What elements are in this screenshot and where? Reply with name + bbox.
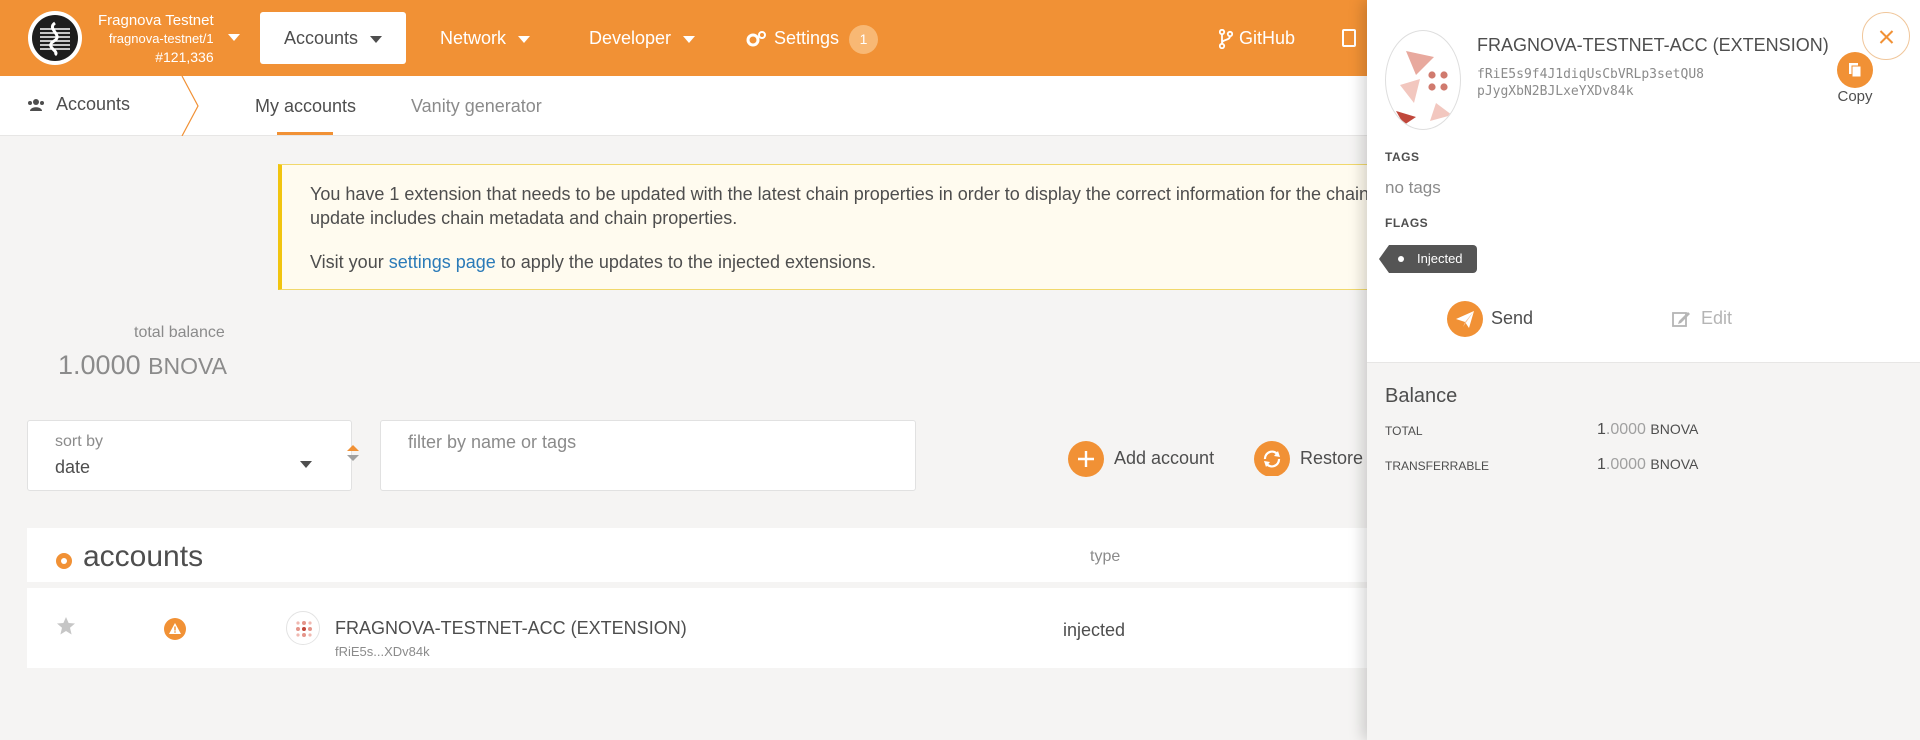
section-title: Accounts — [26, 94, 130, 115]
sort-label: sort by — [55, 433, 104, 450]
table-title: accounts — [83, 540, 204, 573]
transferrable-label: TRANSFERRABLE — [1385, 459, 1490, 473]
transferrable-decimals: .0000 — [1605, 456, 1646, 473]
settings-badge: 1 — [849, 24, 879, 54]
account-identicon[interactable] — [286, 611, 320, 645]
copy-address-button[interactable]: Copy — [1835, 52, 1875, 105]
total-balance-label: total balance — [134, 324, 225, 341]
sort-value: date — [55, 457, 91, 477]
restore-json-button[interactable]: Restore JSON — [1254, 440, 1367, 476]
users-icon — [28, 99, 44, 112]
sidebar-account-address[interactable]: fRiE5s9f4J1diqUsCbVRLp3setQU8pJygXbN2BJL… — [1477, 66, 1707, 100]
filter-input-box[interactable] — [380, 420, 916, 491]
account-address[interactable]: fRiE5s...XDv84k — [335, 644, 430, 659]
update-warning-banner: You have 1 extension that needs to be up… — [278, 164, 1378, 290]
chevron-down-icon[interactable] — [228, 34, 240, 41]
warning-line-2: update includes chain metadata and chain… — [310, 208, 738, 228]
nav-tab-github[interactable]: GitHub — [1195, 12, 1319, 64]
sidebar-balance-section: Balance TOTAL 1.0000 BNOVA TRANSFERRABLE… — [1367, 362, 1920, 740]
total-whole: 1 — [1597, 421, 1606, 438]
sidebar-account-name[interactable]: FRAGNOVA-TESTNET-ACC (EXTENSION) — [1477, 35, 1829, 56]
filter-input[interactable] — [408, 431, 888, 453]
chevron-down-icon — [370, 35, 383, 43]
nav-tab-label: Network — [440, 28, 507, 48]
nav-tab-label: Developer — [589, 28, 672, 48]
active-tab-indicator — [277, 132, 333, 135]
warning-suffix: to apply the updates to the injected ext… — [495, 252, 877, 272]
nav-tab-label: Accounts — [284, 28, 359, 48]
code-branch-icon — [1218, 29, 1234, 50]
edit-label: Edit — [1701, 308, 1733, 328]
chevron-down-icon — [300, 461, 312, 468]
account-sidebar: FRAGNOVA-TESTNET-ACC (EXTENSION) fRiE5s9… — [1367, 0, 1920, 740]
plus-icon — [1068, 441, 1104, 478]
paper-plane-icon — [1447, 301, 1483, 338]
flags-heading: FLAGS — [1385, 216, 1429, 230]
nav-tab-label: GitHub — [1239, 28, 1296, 48]
nav-tab-label: Settings — [774, 28, 840, 48]
nav-tab-settings[interactable]: Settings 1 — [722, 12, 902, 64]
copy-icon — [1837, 52, 1873, 88]
warning-instruction: Visit your settings page to apply the up… — [310, 250, 1349, 274]
chevron-down-icon — [518, 35, 531, 43]
edit-button[interactable]: Edit — [1671, 300, 1732, 336]
edit-icon — [1672, 312, 1690, 328]
fragnova-logo-icon[interactable] — [28, 11, 82, 65]
restore-json-label: Restore JSON — [1300, 448, 1367, 468]
tab-vanity-generator[interactable]: Vanity generator — [411, 96, 542, 117]
tab-my-accounts[interactable]: My accounts — [255, 96, 356, 117]
balance-whole: 1 — [58, 350, 74, 380]
balance-unit: BNOVA — [148, 353, 227, 379]
column-header-type: type — [1090, 548, 1121, 565]
accounts-table: accounts type FRAGNOVA-TESTNET-ACC (EXTE… — [27, 528, 1387, 668]
account-type: injected — [1063, 620, 1126, 640]
add-account-button[interactable]: Add account — [1068, 440, 1215, 478]
account-name[interactable]: FRAGNOVA-TESTNET-ACC (EXTENSION) — [335, 618, 687, 639]
total-label: TOTAL — [1385, 424, 1423, 438]
section-dot-icon — [56, 553, 72, 569]
total-balance-value: 1.0000 BNOVA — [58, 350, 227, 381]
transferrable-value: 1.0000 BNOVA — [1597, 456, 1698, 474]
injected-flag-badge: Injected — [1379, 245, 1477, 273]
balance-decimals: .0000 — [73, 350, 141, 380]
nav-tab-accounts[interactable]: Accounts — [260, 12, 407, 64]
total-decimals: .0000 — [1605, 421, 1646, 438]
warning-icon[interactable] — [164, 618, 186, 640]
table-row[interactable]: FRAGNOVA-TESTNET-ACC (EXTENSION) fRiE5s.… — [27, 588, 1387, 668]
no-tags-text[interactable]: no tags — [1385, 178, 1441, 198]
block-number: #121,336 — [155, 49, 214, 65]
tags-heading: TAGS — [1385, 150, 1420, 164]
total-unit: BNOVA — [1650, 421, 1699, 437]
nav-tab-developer[interactable]: Developer — [565, 12, 719, 64]
balance-title: Balance — [1385, 385, 1458, 407]
table-header: accounts type — [27, 528, 1387, 584]
star-icon[interactable] — [56, 616, 76, 636]
sync-icon — [1254, 441, 1290, 476]
settings-page-link[interactable]: settings page — [389, 252, 496, 272]
warning-prefix: Visit your — [310, 252, 389, 272]
add-account-label: Add account — [1114, 448, 1215, 468]
warning-text: You have 1 extension that needs to be up… — [310, 182, 1377, 230]
chain-network: fragnova-testnet/1 — [108, 31, 214, 46]
account-identicon-large[interactable] — [1385, 30, 1461, 130]
chain-name: Fragnova Testnet — [98, 12, 214, 29]
send-label: Send — [1491, 308, 1534, 328]
sort-dropdown[interactable]: sort by date — [27, 420, 359, 491]
section-label: Accounts — [56, 94, 131, 114]
copy-label: Copy — [1837, 88, 1873, 105]
sort-direction-icon[interactable] — [346, 443, 360, 463]
book-icon[interactable] — [1342, 29, 1356, 47]
gears-icon — [746, 31, 766, 47]
nav-tab-network[interactable]: Network — [416, 12, 554, 64]
send-button[interactable]: Send — [1447, 300, 1534, 338]
transferrable-whole: 1 — [1597, 456, 1606, 473]
breadcrumb-separator — [181, 76, 199, 136]
chevron-down-icon — [683, 35, 696, 43]
warning-line-1: You have 1 extension that needs to be up… — [310, 184, 1377, 204]
total-value: 1.0000 BNOVA — [1597, 421, 1698, 439]
chain-selector[interactable]: Fragnova Testnet fragnova-testnet/1 #121… — [98, 12, 214, 66]
transferrable-unit: BNOVA — [1650, 456, 1699, 472]
